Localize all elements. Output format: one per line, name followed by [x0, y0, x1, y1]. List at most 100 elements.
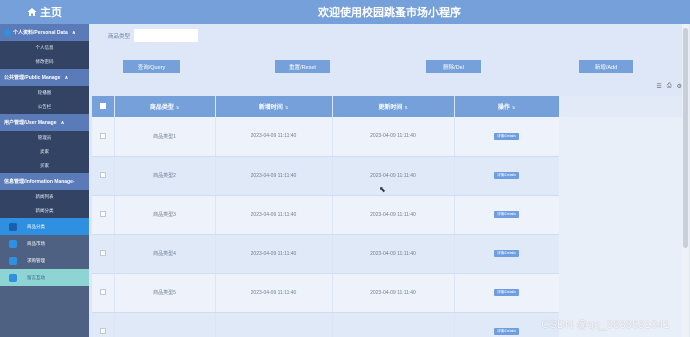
search-row: 商品类型: [108, 29, 199, 42]
table-row: 商品类型3 2023-04-09 11:11:40 2023-04-09 11:…: [92, 195, 560, 235]
sort-icon: ⇅: [175, 105, 180, 110]
menu-sub-news-list[interactable]: 新闻列表: [0, 190, 89, 204]
details-button[interactable]: 详情/Details: [494, 328, 519, 335]
cell-updated: 2023-04-09 11:11:40: [332, 234, 455, 274]
menu-sub-admin[interactable]: 管理员: [0, 131, 89, 145]
menu-item-messages[interactable]: 留言互动: [0, 269, 89, 286]
row-checkbox[interactable]: [99, 250, 106, 257]
chevron-up-icon: ∧: [64, 74, 69, 81]
cell-updated: [332, 312, 455, 337]
menu-sub-notice[interactable]: 公告栏: [0, 100, 89, 114]
cell-created: 2023-04-09 11:11:40: [215, 117, 333, 157]
menu-sub-profile[interactable]: 个人信息: [0, 41, 89, 55]
menu-group-label: 信息管理/Information Manage-: [4, 179, 75, 185]
details-button[interactable]: 详情/Details: [494, 172, 519, 179]
cell-updated: 2023-04-09 11:11:40: [332, 156, 455, 196]
print-icon[interactable]: ⎙: [667, 83, 672, 90]
list-icon[interactable]: ☰: [656, 83, 661, 90]
page-title: 欢迎使用校园跳蚤市场小程序: [318, 7, 461, 19]
row-checkbox[interactable]: [99, 172, 106, 179]
table-row: 商品类型1 2023-04-09 11:11:40 2023-04-09 11:…: [92, 117, 560, 157]
sidebar: 主页 个人资料/Personal Data ∧ 个人信息 修改密码 公共管理/P…: [0, 0, 89, 337]
query-button[interactable]: 查询/Query: [123, 60, 180, 73]
menu-group-user[interactable]: 用户管理/User Manage ∧: [0, 114, 89, 131]
cell-type: 商品类型3: [114, 195, 216, 235]
column-header[interactable]: 新增时间 ⇅: [215, 96, 333, 117]
cell-type: 商品类型2: [114, 156, 216, 196]
edit-icon: [9, 222, 17, 231]
menu-item-label: 商品分类: [27, 223, 45, 229]
table-row: 商品类型5 2023-04-09 11:11:40 2023-04-09 11:…: [92, 273, 560, 313]
home-icon: [27, 8, 37, 16]
details-button[interactable]: 详情/Details: [494, 132, 519, 140]
row-checkbox[interactable]: [99, 328, 106, 335]
home-link[interactable]: 主页: [0, 0, 89, 24]
cell-type: 商品类型4: [114, 234, 216, 274]
cell-type: 商品类型5: [114, 273, 216, 313]
search-label: 商品类型: [108, 33, 131, 40]
table-tools: ☰ ⎙ ⚙: [656, 83, 682, 90]
cell-updated: 2023-04-09 11:11:40: [332, 195, 455, 235]
cell-updated: 2023-04-09 11:11:40: [332, 117, 455, 157]
page-scrollbar[interactable]: [682, 24, 689, 337]
column-header: 操作 ⇅: [454, 96, 560, 117]
cell-created: 2023-04-09 11:11:40: [215, 195, 333, 235]
delete-button[interactable]: 删除/Del: [426, 60, 481, 73]
main-content: 商品类型 查询/Query 重置/Reset 删除/Del 新增/Add ☰ ⎙…: [89, 24, 690, 337]
menu-sub-buyer[interactable]: 买家: [0, 159, 89, 173]
reset-button[interactable]: 重置/Reset: [275, 60, 330, 73]
sort-icon: ⇅: [284, 105, 289, 110]
menu-item-label: 求购管理: [27, 257, 45, 263]
menu-item-product-category[interactable]: 商品分类: [0, 218, 89, 235]
table-row: 商品类型4 2023-04-09 11:11:40 2023-04-09 11:…: [92, 234, 560, 274]
menu-group-label: 公共管理/Public Manage: [4, 75, 61, 81]
menu-sub-news-category[interactable]: 新闻分类: [0, 204, 89, 218]
cell-type: 商品类型1: [114, 117, 216, 157]
menu-group-public[interactable]: 公共管理/Public Manage ∧: [0, 69, 89, 86]
details-button[interactable]: 详情/Details: [494, 250, 519, 257]
column-header[interactable]: 商品类型 ⇅: [114, 96, 216, 117]
cell-updated: 2023-04-09 11:11:40: [332, 273, 455, 313]
cell-created: 2023-04-09 11:11:40: [215, 234, 333, 274]
search-input[interactable]: [134, 29, 199, 42]
cart-icon: [9, 256, 17, 265]
chevron-up-icon: ∧: [71, 29, 76, 36]
menu-item-wanted[interactable]: 求购管理: [0, 252, 89, 269]
chevron-up-icon: ∧: [60, 119, 65, 126]
market-icon: [9, 239, 17, 248]
menu-group-label: 个人资料/Personal Data: [13, 30, 68, 36]
menu-item-label: 商品市场: [27, 240, 45, 246]
table-header-row: 商品类型 ⇅ 新增时间 ⇅ 更新时间 ⇅ 操作 ⇅: [92, 96, 560, 117]
row-checkbox[interactable]: [99, 211, 106, 218]
table-row: 详情/Details: [92, 312, 560, 337]
home-label: 主页: [40, 7, 62, 19]
menu-sub-seller[interactable]: 卖家: [0, 145, 89, 159]
details-button[interactable]: 详情/Details: [494, 211, 519, 218]
add-button[interactable]: 新增/Add: [579, 60, 633, 73]
menu-group-personal[interactable]: 个人资料/Personal Data ∧: [0, 24, 89, 41]
data-table: 商品类型 ⇅ 新增时间 ⇅ 更新时间 ⇅ 操作 ⇅ 商品类型1 2023-04-09 1…: [92, 96, 682, 337]
menu-group-info[interactable]: 信息管理/Information Manage-: [0, 173, 89, 190]
menu-sub-carousel[interactable]: 轮播图: [0, 86, 89, 100]
table-row: 商品类型2 2023-04-09 11:11:40 2023-04-09 11:…: [92, 156, 560, 196]
sort-icon: ⇅: [511, 105, 516, 110]
cell-created: 2023-04-09 11:11:40: [215, 156, 333, 196]
column-header[interactable]: 更新时间 ⇅: [332, 96, 455, 117]
cell-type: [114, 312, 216, 337]
table-empty-area: [559, 96, 682, 337]
page-header: 欢迎使用校园跳蚤市场小程序: [89, 0, 690, 24]
menu-group-label: 用户管理/User Manage: [4, 120, 57, 126]
select-all-checkbox[interactable]: [99, 103, 106, 110]
sort-icon: ⇅: [404, 105, 408, 110]
menu-item-label: 留言互动: [27, 274, 45, 280]
menu-sub-password[interactable]: 修改密码: [0, 55, 89, 69]
cell-created: 2023-04-09 11:11:40: [215, 273, 333, 313]
message-icon: [9, 273, 17, 282]
menu-item-market[interactable]: 商品市场: [0, 235, 89, 252]
select-all-cell: [92, 96, 115, 117]
scrollbar-thumb[interactable]: [683, 28, 688, 248]
row-checkbox[interactable]: [99, 133, 106, 140]
row-checkbox[interactable]: [99, 289, 106, 296]
mouse-cursor-icon: ⬉: [379, 185, 386, 194]
details-button[interactable]: 详情/Details: [494, 289, 519, 296]
